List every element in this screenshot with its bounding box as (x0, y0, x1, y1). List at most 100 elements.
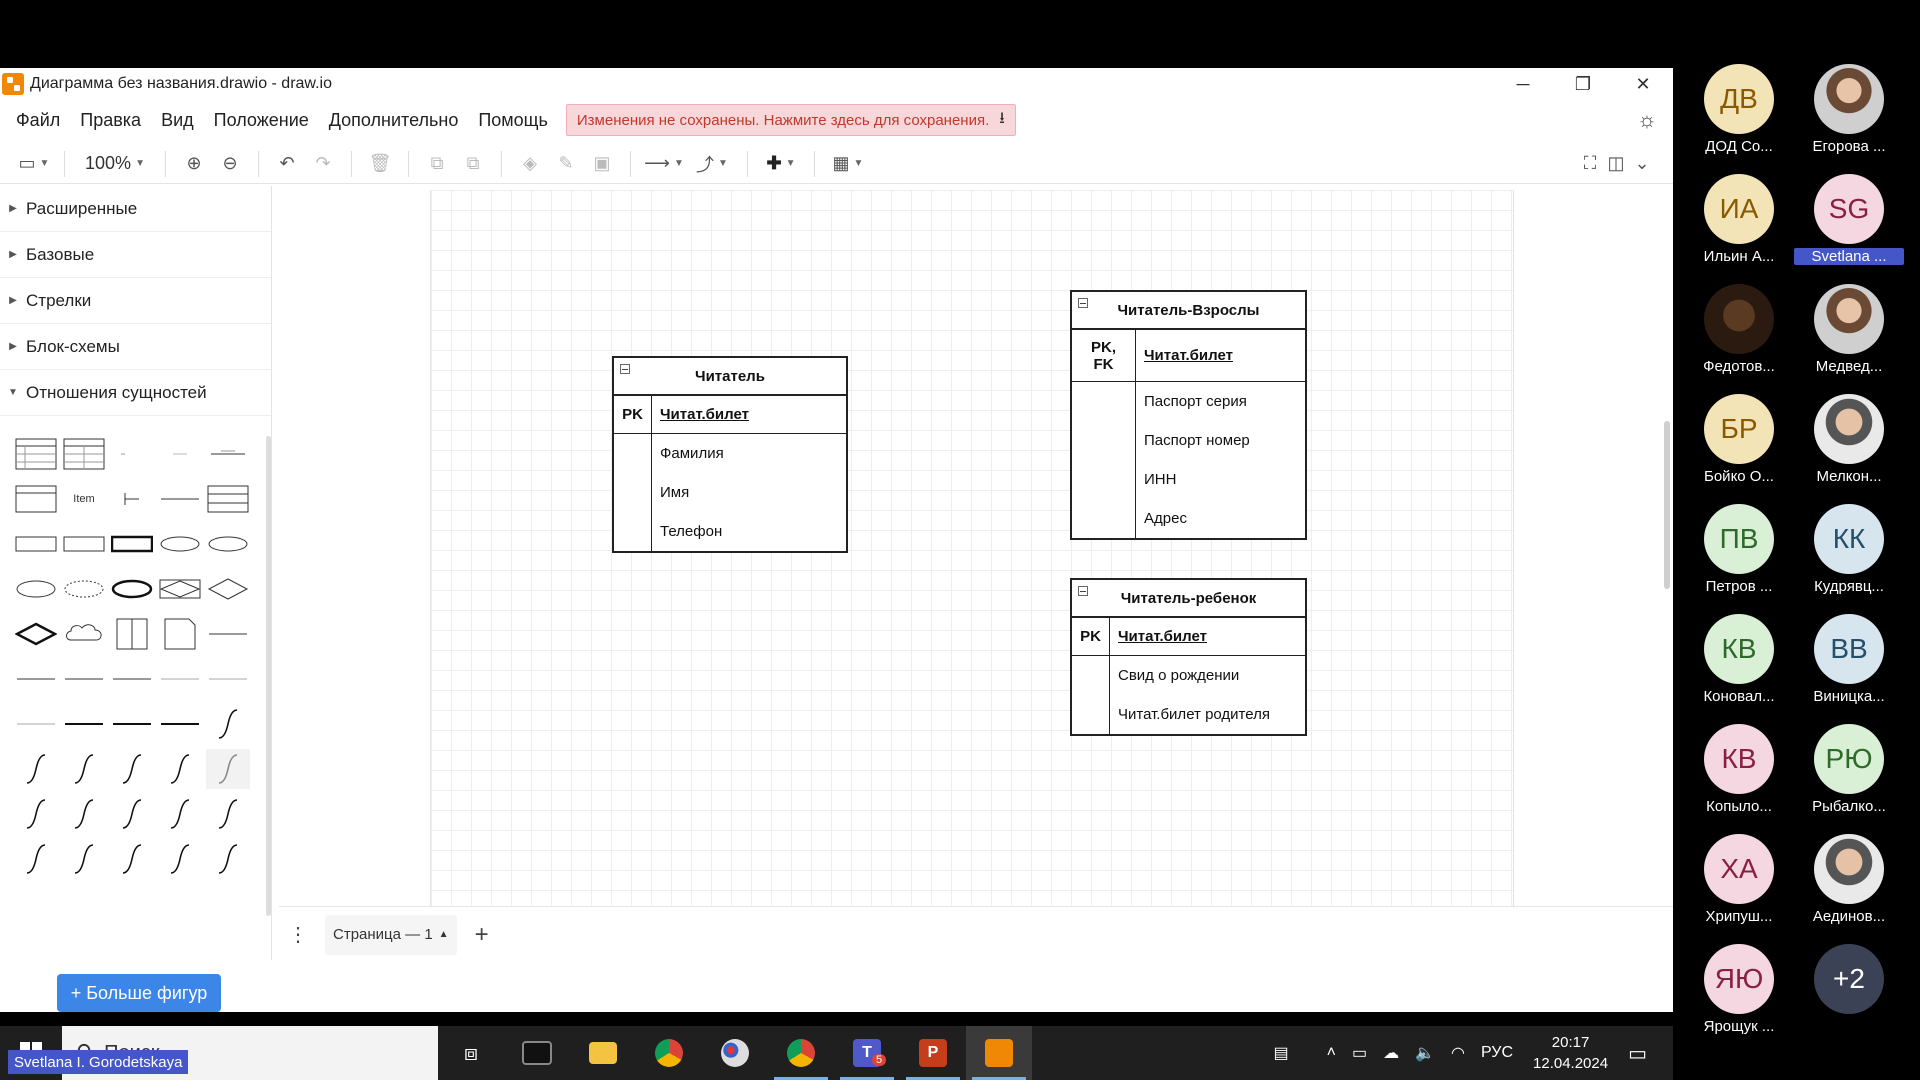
table-header[interactable]: Читатель-Взрослы (1072, 292, 1305, 330)
er-entity-rect-shape[interactable] (62, 524, 106, 564)
file-explorer-icon[interactable] (570, 1026, 636, 1080)
battery-icon[interactable]: ▭ (1352, 1043, 1367, 1063)
to-back-icon[interactable]: ⧉ (455, 149, 491, 179)
line-color-icon[interactable]: ✎ (548, 149, 584, 179)
er-curve-connector-shape[interactable] (158, 794, 202, 834)
to-front-icon[interactable]: ⧉ (419, 149, 455, 179)
teams-icon[interactable]: T5 (834, 1026, 900, 1080)
zoom-select[interactable]: 100% ▼ (75, 149, 155, 179)
diagram-page[interactable]: Читатель PK Читат.билет Фамилия Имя Теле… (430, 190, 1514, 906)
volume-icon[interactable]: 🔈 (1415, 1043, 1435, 1063)
undo-icon[interactable]: ↶ (269, 149, 305, 179)
er-multivalued-attribute-shape[interactable] (110, 569, 154, 609)
menu-arrange[interactable]: Положение (214, 110, 309, 131)
participant-tile[interactable]: Мелкон... (1794, 394, 1904, 485)
er-entity-shape[interactable] (14, 479, 58, 519)
er-relation-line-shape[interactable] (110, 659, 154, 699)
delete-icon[interactable]: 🗑 (362, 149, 398, 179)
language-indicator[interactable]: РУС (1481, 1044, 1513, 1062)
er-curve-connector-shape[interactable] (62, 839, 106, 879)
terminal-icon[interactable] (504, 1026, 570, 1080)
participant-tile[interactable]: ЯЮ Ярощук ... (1684, 944, 1794, 1035)
table-icon[interactable]: ▦ ▼ (825, 149, 871, 179)
redo-icon[interactable]: ↷ (305, 149, 341, 179)
er-entity-shape[interactable] (206, 479, 250, 519)
attribute-row[interactable]: ИНН (1136, 460, 1305, 499)
er-relationship-shape[interactable] (206, 569, 250, 609)
er-cloud-shape[interactable] (62, 614, 106, 654)
er-derived-attribute-shape[interactable] (62, 569, 106, 609)
chrome-icon[interactable] (636, 1026, 702, 1080)
er-table-adult-reader[interactable]: Читатель-Взрослы PK, FK Читат.билет Пасп… (1070, 290, 1307, 540)
er-relation-line-shape[interactable] (158, 704, 202, 744)
participant-tile[interactable]: Аединов... (1794, 834, 1904, 925)
er-relation-line-shape[interactable] (14, 659, 58, 699)
zoom-in-icon[interactable]: ⊕ (176, 149, 212, 179)
collapse-icon[interactable] (1078, 298, 1088, 308)
er-attribute-shape[interactable] (14, 569, 58, 609)
er-curve-connector-shape[interactable] (110, 749, 154, 789)
participant-tile[interactable]: Федотов... (1684, 284, 1794, 375)
fill-color-icon[interactable]: ◈ (512, 149, 548, 179)
participant-tile[interactable]: Медвед... (1794, 284, 1904, 375)
add-page-icon[interactable]: + (475, 921, 489, 949)
participant-tile[interactable]: ВВ Виницка... (1794, 614, 1904, 705)
notifications-icon[interactable]: ▭ (1628, 1041, 1647, 1066)
menu-edit[interactable]: Правка (80, 110, 141, 131)
pk-row[interactable]: PK Читат.билет (1072, 618, 1305, 656)
drawio-taskbar-icon[interactable] (966, 1026, 1032, 1080)
er-weak-entity-shape[interactable] (110, 524, 154, 564)
insert-plus-icon[interactable]: ✚ ▼ (758, 149, 804, 179)
waypoints-icon[interactable]: ⤴ ▼ (687, 149, 737, 179)
er-curve-connector-shape[interactable] (206, 794, 250, 834)
sidebar-section-arrows[interactable]: ▶ Стрелки (0, 278, 271, 324)
er-curve-connector-shape[interactable] (14, 839, 58, 879)
er-table-child-reader[interactable]: Читатель-ребенок PK Читат.билет Свид о р… (1070, 578, 1307, 736)
attribute-row[interactable]: Телефон (652, 512, 846, 551)
more-shapes-button[interactable]: + Больше фигур (57, 974, 221, 1012)
er-curve-connector-shape[interactable] (62, 749, 106, 789)
task-view-icon[interactable]: ⧈ (438, 1026, 504, 1080)
zoom-out-icon[interactable]: ⊖ (212, 149, 248, 179)
unsaved-changes-banner[interactable]: Изменения не сохранены. Нажмите здесь дл… (565, 104, 1016, 136)
attribute-row[interactable]: Адрес (1136, 499, 1305, 538)
shadow-icon[interactable]: ▣ (584, 149, 620, 179)
canvas-vertical-scrollbar[interactable] (1664, 421, 1670, 589)
format-panel-toggle-icon[interactable]: ▭ ▼ (14, 149, 54, 179)
pk-row[interactable]: PK Читат.билет (614, 396, 846, 434)
attribute-row[interactable]: Свид о рождении (1110, 656, 1305, 695)
er-note-shape[interactable] (158, 614, 202, 654)
attribute-row[interactable]: Фамилия (652, 434, 846, 473)
er-curve-connector-shape[interactable] (14, 794, 58, 834)
er-curve-connector-shape[interactable] (206, 749, 250, 789)
sidebar-section-advanced[interactable]: ▶ Расширенные (0, 186, 271, 232)
er-table-shape[interactable] (14, 434, 58, 474)
er-split-box-shape[interactable] (110, 614, 154, 654)
participant-tile[interactable]: КВ Копыло... (1684, 724, 1794, 815)
er-curve-connector-shape[interactable] (206, 839, 250, 879)
show-hidden-icons-icon[interactable]: ˄ (1327, 1044, 1336, 1062)
collapse-icon[interactable] (1078, 586, 1088, 596)
paint-icon[interactable] (702, 1026, 768, 1080)
menu-view[interactable]: Вид (161, 110, 194, 131)
diagram-canvas[interactable]: Читатель PK Читат.билет Фамилия Имя Теле… (279, 186, 1673, 906)
er-relation-line-shape[interactable] (110, 704, 154, 744)
er-curve-connector-shape[interactable] (158, 749, 202, 789)
onedrive-icon[interactable]: ☁ (1383, 1043, 1399, 1063)
er-curve-connector-shape[interactable] (206, 704, 250, 744)
collapse-toolbar-icon[interactable]: ⌄ (1629, 149, 1655, 179)
er-line-shape[interactable] (158, 479, 202, 519)
er-curve-connector-shape[interactable] (110, 839, 154, 879)
table-header[interactable]: Читатель-ребенок (1072, 580, 1305, 618)
sidebar-section-flowchart[interactable]: ▶ Блок-схемы (0, 324, 271, 370)
er-curve-connector-shape[interactable] (158, 839, 202, 879)
table-header[interactable]: Читатель (614, 358, 846, 396)
powerpoint-icon[interactable]: P (900, 1026, 966, 1080)
er-table-shape[interactable] (62, 434, 106, 474)
participant-tile[interactable]: КК Кудрявц... (1794, 504, 1904, 595)
er-relation-line-shape[interactable] (14, 704, 58, 744)
minimize-button[interactable]: ─ (1493, 68, 1553, 100)
participant-tile[interactable]: +2 (1794, 944, 1904, 1018)
participant-tile[interactable]: SG Svetlana ... (1794, 174, 1904, 265)
er-relation-line-shape[interactable] (158, 659, 202, 699)
